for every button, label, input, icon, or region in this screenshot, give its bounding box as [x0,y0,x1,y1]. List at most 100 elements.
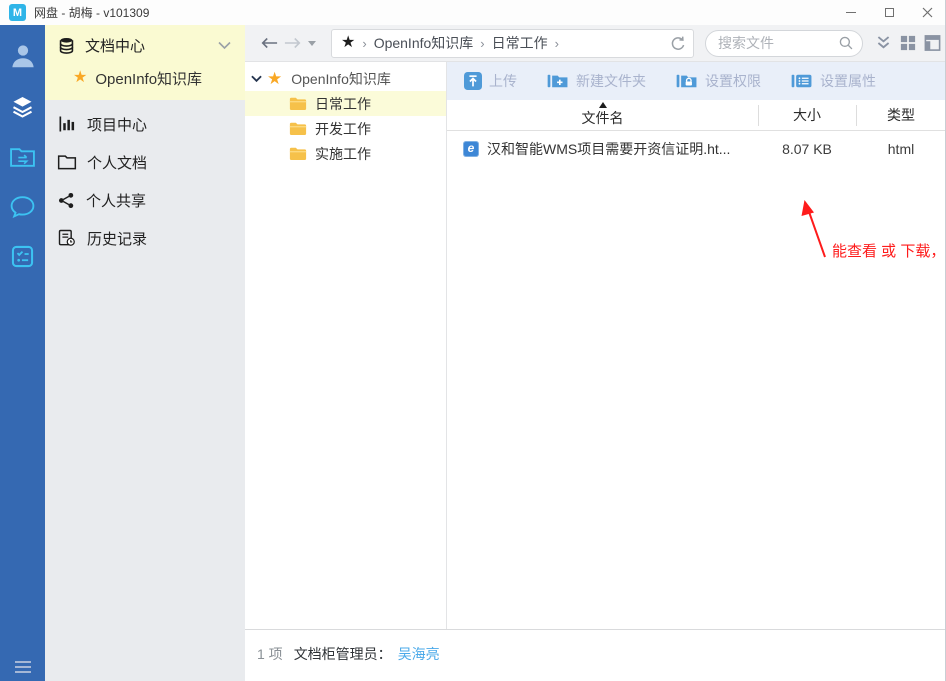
chevron-down-icon[interactable] [218,41,231,50]
forward-arrow-icon [284,36,302,50]
sidebar-item-document-center[interactable]: 文档中心 [45,29,245,62]
tree-item-dev-work[interactable]: 开发工作 [245,116,446,141]
set-properties-button[interactable]: 设置属性 [791,71,876,91]
app-window: M 网盘 - 胡梅 - v101309 [0,0,946,681]
back-button[interactable] [257,31,281,55]
item-count: 1 项 [257,644,283,664]
layout-view-button[interactable] [924,35,941,51]
tree-item-label: 实施工作 [315,144,371,164]
sidebar-item-label: 个人文档 [87,152,147,173]
column-label: 大小 [793,105,821,125]
layers-icon [9,93,36,120]
history-dropdown-button[interactable] [305,31,319,55]
tasks-rail-button[interactable] [0,231,45,281]
sidebar-item-label: 文档中心 [85,35,145,56]
status-bar: 1 项 文档柜管理员： 吴海亮 [245,629,946,681]
task-list-icon [9,243,36,270]
sidebar-item-label: 历史记录 [87,228,147,249]
column-label: 文件名 [582,108,624,128]
user-icon [8,41,38,71]
new-folder-icon [547,72,569,90]
set-permissions-button[interactable]: 设置权限 [676,71,761,91]
column-header-type[interactable]: 类型 [856,100,946,130]
grid-view-icon [900,35,916,51]
tree-root-label: OpenInfo知识库 [291,69,391,89]
document-center-rail-button[interactable] [0,81,45,131]
file-size: 8.07 KB [758,141,856,157]
close-icon [922,7,933,18]
refresh-button[interactable] [669,35,687,53]
toolbar-button-label: 新建文件夹 [576,71,646,91]
sidebar-item-personal-share[interactable]: 个人共享 [45,181,245,219]
toolbar-button-label: 上传 [489,71,517,91]
file-name[interactable]: 汉和智能WMS项目需要开资信证明.ht... [487,139,730,159]
tree-item-impl-work[interactable]: 实施工作 [245,141,446,166]
admin-name-link[interactable]: 吴海亮 [398,644,440,664]
sidebar-item-openinfo-kb[interactable]: ★ OpenInfo知识库 [45,62,245,94]
tree-item-daily-work[interactable]: 日常工作 [245,91,446,116]
tree-item-label: 开发工作 [315,119,371,139]
sidebar-item-history[interactable]: 历史记录 [45,219,245,257]
column-header-filename[interactable]: 文件名 [447,100,758,130]
user-profile-button[interactable] [0,31,45,81]
sidebar-item-label: OpenInfo知识库 [95,68,202,89]
file-panel: 上传 新建文件夹 设置权限 设置属性 文件名 [447,62,946,629]
rail-menu-button[interactable] [15,661,31,673]
tree-root-openinfo-kb[interactable]: ★ OpenInfo知识库 [245,66,446,91]
file-toolbar: 上传 新建文件夹 设置权限 设置属性 [447,62,946,100]
navigation-bar: ★ › OpenInfo知识库 › 日常工作 › [245,25,946,62]
refresh-icon [669,35,687,53]
file-table-header: 文件名 大小 类型 [447,100,946,131]
toolbar-button-label: 设置权限 [705,71,761,91]
breadcrumb-item[interactable]: 日常工作 [492,33,548,53]
double-chevron-down-icon [875,35,892,51]
minimize-button[interactable] [832,0,870,25]
permissions-icon [676,72,698,90]
breadcrumb[interactable]: ★ › OpenInfo知识库 › 日常工作 › [331,29,694,58]
toolbar-button-label: 设置属性 [820,71,876,91]
upload-icon [464,72,482,90]
chevron-expanded-icon[interactable] [251,75,262,83]
column-label: 类型 [887,105,915,125]
back-arrow-icon [260,36,278,50]
favorite-star-icon: ★ [267,70,282,87]
breadcrumb-separator: › [480,36,484,51]
collapse-all-button[interactable] [875,35,892,51]
sidebar-item-personal-docs[interactable]: 个人文档 [45,143,245,181]
breadcrumb-item[interactable]: OpenInfo知识库 [374,33,474,53]
search-icon[interactable] [838,35,854,51]
chat-bubble-icon [9,194,36,219]
tree-item-label: 日常工作 [315,94,371,114]
properties-icon [791,72,813,90]
messages-rail-button[interactable] [0,181,45,231]
new-folder-button[interactable]: 新建文件夹 [547,71,646,91]
close-button[interactable] [908,0,946,25]
titlebar: M 网盘 - 胡梅 - v101309 [0,0,946,25]
app-logo-icon: M [9,4,26,21]
left-icon-rail [0,25,45,681]
file-row[interactable]: 汉和智能WMS项目需要开资信证明.ht... 8.07 KB html [447,131,946,166]
column-header-size[interactable]: 大小 [758,100,856,130]
database-icon [57,36,76,55]
breadcrumb-separator: › [362,36,366,51]
document-center-section: 文档中心 ★ OpenInfo知识库 [45,25,245,100]
sidebar-item-project-center[interactable]: 项目中心 [45,105,245,143]
file-transfer-rail-button[interactable] [0,131,45,181]
share-icon [57,191,76,210]
folder-tree: ★ OpenInfo知识库 日常工作 开发工作 实施工作 [245,62,447,629]
layout-panel-icon [924,35,941,51]
folder-icon [57,153,77,171]
forward-button[interactable] [281,31,305,55]
annotation-text: 能查看 或 下载， 归档的知识文件 [832,240,946,261]
favorite-star-icon: ★ [73,70,87,86]
sort-ascending-icon [599,102,607,108]
breadcrumb-separator: › [555,36,559,51]
window-title: 网盘 - 胡梅 - v101309 [34,4,149,21]
upload-button[interactable]: 上传 [464,71,517,91]
sidebar-item-label: 项目中心 [87,114,147,135]
grid-view-button[interactable] [900,35,916,51]
folder-transfer-icon [9,144,36,169]
content-area: ★ › OpenInfo知识库 › 日常工作 › [245,25,946,681]
sidebar-item-label: 个人共享 [86,190,146,211]
maximize-button[interactable] [870,0,908,25]
